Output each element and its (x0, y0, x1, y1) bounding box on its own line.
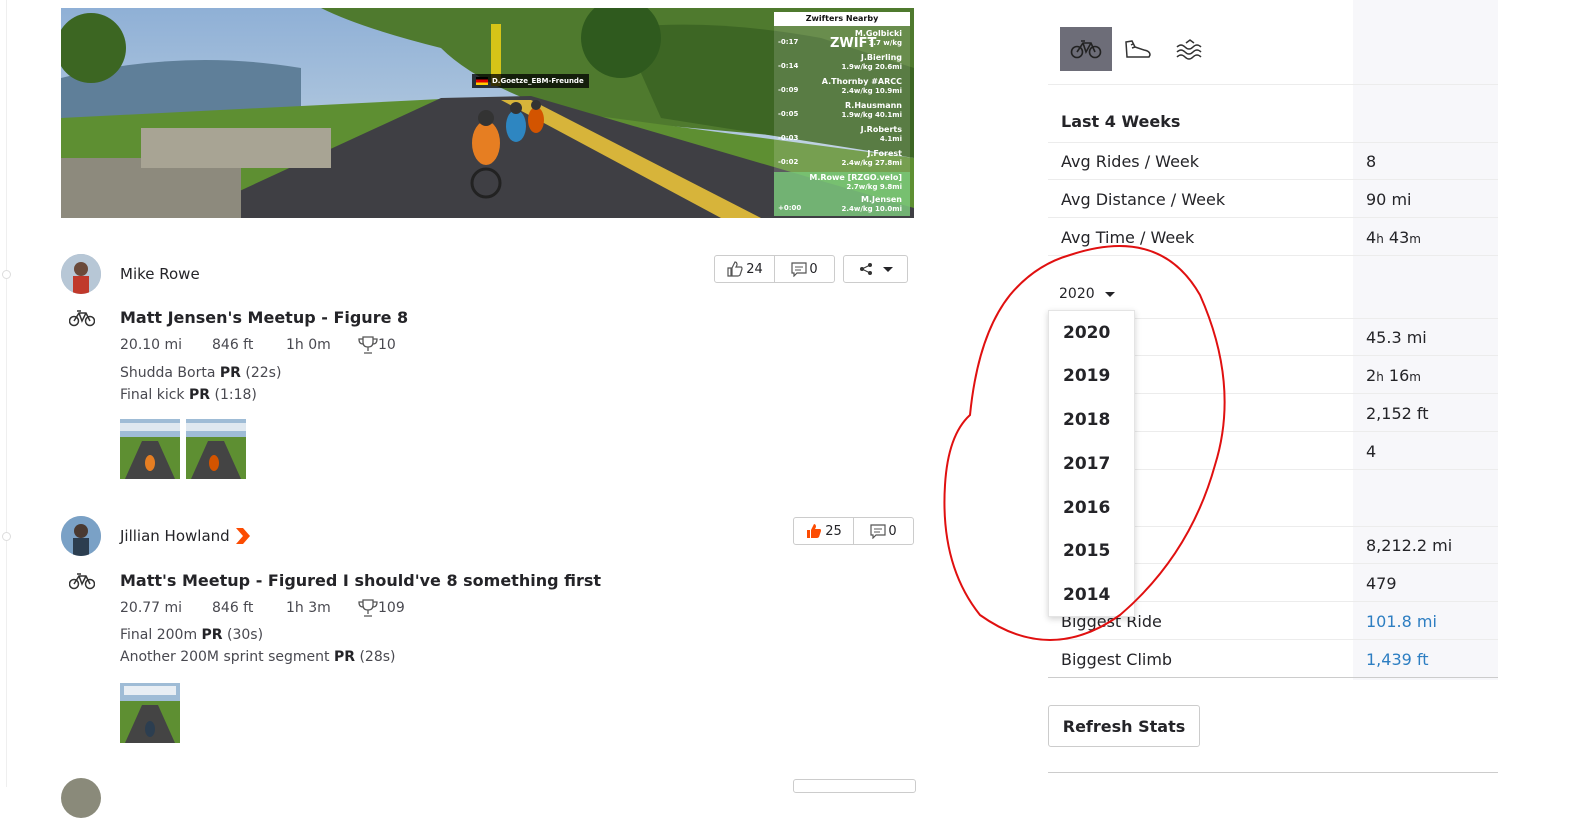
achievement-count-group: 10 (358, 336, 396, 354)
swim-icon (1176, 39, 1202, 60)
zwift-logo: ZWIFT (830, 36, 877, 51)
comment-button[interactable]: 0 (775, 256, 834, 282)
comment-icon (791, 261, 807, 277)
biggest-ride-link[interactable]: 101.8 mi (1366, 612, 1437, 631)
photo-thumbnail[interactable] (120, 683, 180, 743)
avatar[interactable] (61, 516, 101, 556)
stat-value: 4 (1366, 442, 1377, 461)
avatar-image (61, 254, 101, 294)
athlete-name[interactable]: Mike Rowe (120, 265, 200, 283)
thumbs-up-icon (807, 524, 822, 538)
stat-value: 90 mi (1366, 190, 1412, 209)
nearby-row: -0:09 A.Thornby #ARCC 2.4w/kg 10.9mi (778, 77, 902, 95)
segment-effort[interactable]: Shudda Borta PR (22s) (120, 365, 281, 381)
stat-value: 2,152 ft (1366, 404, 1429, 423)
sport-tabs (1060, 27, 1216, 71)
kudos-comment-group: 24 0 (714, 255, 835, 283)
kudos-count: 25 (825, 523, 842, 539)
segment-effort[interactable]: Another 200M sprint segment PR (28s) (120, 649, 396, 665)
achievement-count: 109 (378, 600, 405, 616)
comment-icon (870, 523, 886, 539)
tab-ride[interactable] (1060, 27, 1112, 71)
biggest-climb-link[interactable]: 1,439 ft (1366, 650, 1429, 669)
refresh-stats-button[interactable]: Refresh Stats (1048, 705, 1200, 747)
flag-icon (476, 77, 488, 85)
kudos-comment-group: 25 0 (793, 517, 914, 545)
shoe-icon (1125, 40, 1151, 58)
nearby-row-highlight: M.Rowe [RZGO.velo] 2.7w/kg 9.8mi (774, 172, 910, 194)
kudos-button[interactable]: 24 (715, 256, 774, 282)
achievement-count: 10 (378, 337, 396, 353)
stat-label: Avg Rides / Week (1061, 152, 1200, 171)
trophy-icon (358, 336, 378, 354)
stat-value: 2h 16m (1366, 366, 1421, 385)
bike-icon (1070, 40, 1102, 59)
trophy-icon (358, 599, 378, 617)
stat-value: 479 (1366, 574, 1397, 593)
annotation-circle (943, 245, 1226, 641)
nearby-row: -0:03 J.Roberts 4.1mi (778, 125, 902, 143)
ride-icon (68, 572, 96, 594)
thumbs-up-icon (727, 261, 743, 277)
activity-title[interactable]: Matt's Meetup - Figured I should've 8 so… (120, 571, 601, 590)
tab-run[interactable] (1112, 27, 1164, 71)
ride-icon (68, 309, 96, 331)
divider (1048, 84, 1498, 85)
activity-distance: 20.77 mi (120, 600, 183, 616)
stat-row: Avg Distance / Week 90 mi (1048, 181, 1498, 218)
activity-distance: 20.10 mi (120, 337, 183, 353)
avatar[interactable] (61, 254, 101, 294)
athlete-name-group: Jillian Howland (120, 527, 250, 545)
timeline-dot (2, 532, 11, 541)
achievement-count-group: 109 (358, 599, 405, 617)
stat-value: 8,212.2 mi (1366, 536, 1453, 555)
activity-time: 1h 3m (286, 600, 331, 616)
divider (1048, 772, 1498, 773)
stat-value: 45.3 mi (1366, 328, 1427, 347)
tab-swim[interactable] (1164, 27, 1216, 71)
rider-tag-text: D.Goetze_EBM-Freunde (492, 77, 584, 85)
athlete-name[interactable]: Jillian Howland (120, 527, 230, 545)
timeline-dot (2, 270, 11, 279)
chevron-down-icon (882, 266, 893, 272)
stats-heading: Last 4 Weeks (1061, 112, 1181, 131)
nearby-row: -0:02 J.Forest 2.4w/kg 27.8mi (778, 149, 902, 167)
stat-label: Avg Distance / Week (1061, 190, 1226, 209)
nearby-row-highlight: +0:00 M.Jensen 2.4w/kg 10.0mi (774, 194, 910, 216)
stat-row: Avg Rides / Week 8 (1048, 143, 1498, 180)
activity-time: 1h 0m (286, 337, 331, 353)
avatar-image (61, 516, 101, 556)
kudos-comment-group[interactable] (793, 779, 916, 793)
segment-effort[interactable]: Final kick PR (1:18) (120, 387, 257, 403)
avatar[interactable] (61, 778, 101, 818)
comment-button[interactable]: 0 (854, 518, 913, 544)
kudos-button[interactable]: 25 (794, 518, 853, 544)
activity-title[interactable]: Matt Jensen's Meetup - Figure 8 (120, 308, 408, 327)
segment-effort[interactable]: Final 200m PR (30s) (120, 627, 263, 643)
share-icon (859, 263, 872, 275)
nearby-title: Zwifters Nearby (774, 12, 910, 26)
activity-photo[interactable]: D.Goetze_EBM-Freunde Zwifters Nearby -0:… (61, 8, 914, 218)
stat-value: 8 (1366, 152, 1377, 171)
comment-count: 0 (888, 523, 897, 539)
kudos-count: 24 (746, 261, 763, 277)
subscriber-badge-icon (235, 528, 250, 544)
nearby-row: -0:14 J.Bierling 1.9w/kg 20.6mi (778, 53, 902, 71)
feed-timeline (6, 0, 7, 787)
stat-value: 4h 43m (1366, 228, 1421, 247)
activity-elevation: 846 ft (212, 337, 254, 353)
share-button[interactable] (843, 255, 908, 283)
activity-elevation: 846 ft (212, 600, 254, 616)
comment-count: 0 (809, 261, 818, 277)
nearby-row: -0:05 R.Hausmann 1.9w/kg 40.1mi (778, 101, 902, 119)
rider-name-tag: D.Goetze_EBM-Freunde (472, 74, 589, 88)
photo-thumbnail[interactable] (186, 419, 246, 479)
photo-thumbnail[interactable] (120, 419, 180, 479)
